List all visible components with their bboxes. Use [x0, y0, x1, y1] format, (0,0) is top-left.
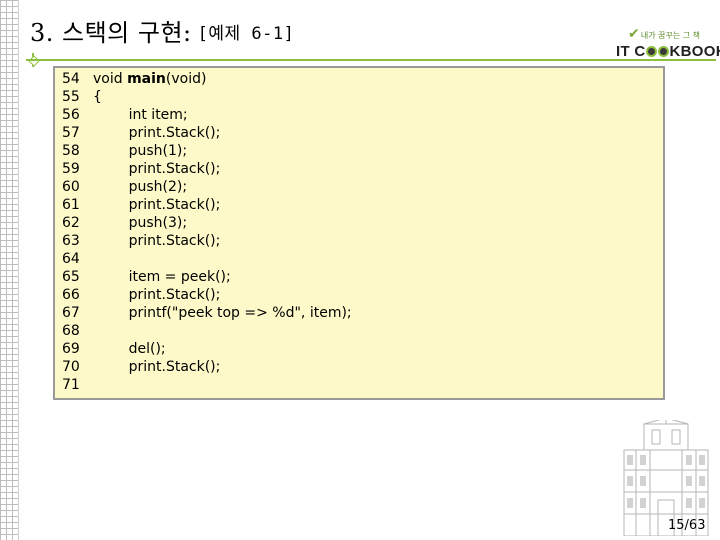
- line-number: 65: [62, 269, 80, 285]
- slide-title-text: 3. 스택의 구현:: [30, 19, 192, 47]
- code-text: print.Stack();: [93, 124, 221, 142]
- code-text: print.Stack();: [93, 196, 221, 214]
- code-segment: print.Stack();: [93, 125, 221, 141]
- line-number: 66: [62, 287, 80, 303]
- code-text: printf("peek top => %d", item);: [93, 304, 352, 322]
- code-segment: push(3);: [93, 215, 188, 231]
- line-number: 67: [62, 305, 80, 321]
- logo-wordmark: IT CKBOOK: [616, 43, 720, 60]
- code-text: void main(void): [93, 70, 206, 88]
- code-text: print.Stack();: [93, 358, 221, 376]
- logo-tagline: 내가 꿈꾸는 그 책: [640, 31, 700, 40]
- line-number: 58: [62, 143, 80, 159]
- slide-title: 3. 스택의 구현: [예제 6-1]: [30, 13, 294, 48]
- line-number: 57: [62, 125, 80, 141]
- line-number: 61: [62, 197, 80, 213]
- code-segment: print.Stack();: [93, 287, 221, 303]
- bullet-ornament-icon: [26, 53, 40, 67]
- code-text: del();: [93, 340, 166, 358]
- code-segment: print.Stack();: [93, 359, 221, 375]
- code-text: item = peek();: [93, 268, 231, 286]
- code-text: print.Stack();: [93, 160, 221, 178]
- code-text: push(3);: [93, 214, 187, 232]
- code-text: push(1);: [93, 142, 187, 160]
- line-number: 55: [62, 89, 80, 105]
- page-number: 15/63: [668, 518, 706, 533]
- code-text: print.Stack();: [93, 286, 221, 304]
- code-text: {: [93, 88, 102, 106]
- line-number: 60: [62, 179, 80, 195]
- line-number: 62: [62, 215, 80, 231]
- slide-subtitle: [예제 6-1]: [197, 24, 295, 44]
- code-segment: print.Stack();: [93, 197, 221, 213]
- code-segment: int item;: [93, 107, 188, 123]
- code-segment: item = peek();: [93, 269, 231, 285]
- code-text: push(2);: [93, 178, 187, 196]
- line-number: 69: [62, 341, 80, 357]
- code-segment: del();: [93, 341, 166, 357]
- code-segment: print.Stack();: [93, 161, 221, 177]
- line-number: 68: [62, 323, 80, 339]
- checkmark-icon: ✔: [628, 26, 640, 42]
- line-number: 54: [62, 71, 80, 87]
- code-segment: print.Stack();: [93, 233, 221, 249]
- code-segment: (void): [165, 71, 207, 87]
- code-segment: printf("peek top => %d", item);: [93, 305, 352, 321]
- line-number: 64: [62, 251, 80, 267]
- code-segment: void: [93, 71, 128, 87]
- line-number: 70: [62, 359, 80, 375]
- code-text: int item;: [93, 106, 188, 124]
- code-listing: 54 void main(void) 55 {56 int item; 57 print…: [53, 66, 665, 400]
- code-text: print.Stack();: [93, 232, 221, 250]
- line-number: 71: [62, 377, 80, 393]
- code-segment: {: [93, 89, 102, 105]
- line-number: 56: [62, 107, 80, 123]
- code-segment: push(1);: [93, 143, 188, 159]
- line-number: 59: [62, 161, 80, 177]
- code-segment: push(2);: [93, 179, 188, 195]
- it-cookbook-logo: ✔ 내가 꿈꾸는 그 책 IT CKBOOK: [614, 26, 720, 62]
- function-name: main: [127, 71, 166, 87]
- left-border-pattern: [0, 0, 19, 540]
- line-number: 63: [62, 233, 80, 249]
